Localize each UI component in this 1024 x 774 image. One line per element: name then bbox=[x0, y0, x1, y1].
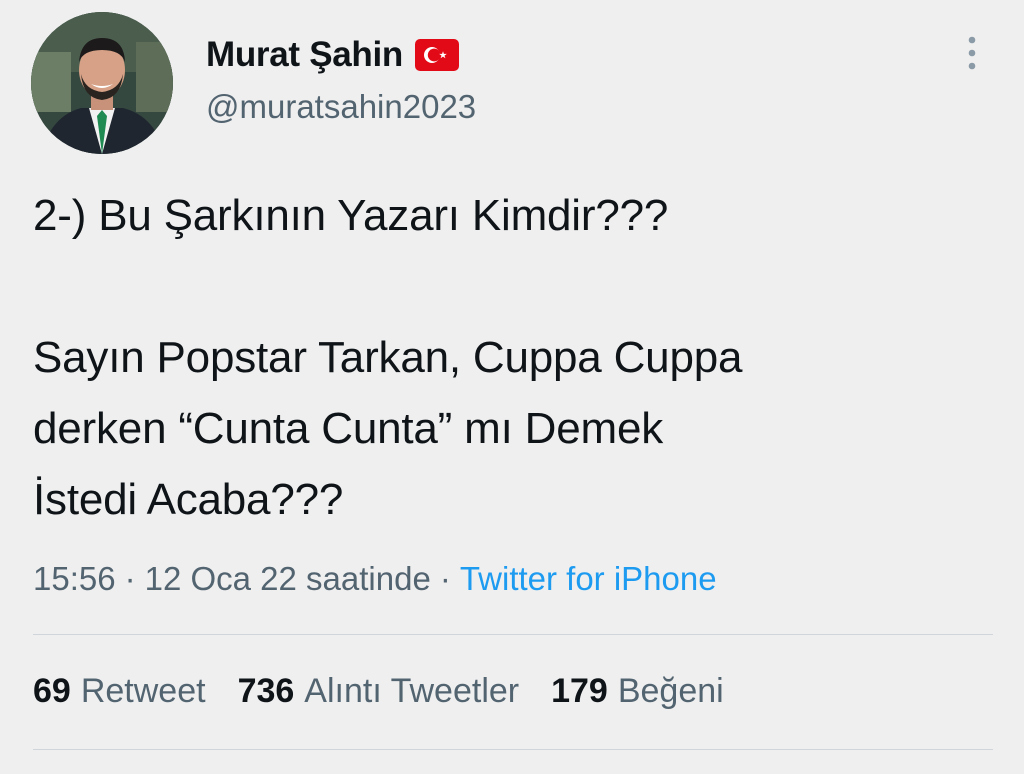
tweet-time[interactable]: 15:56 bbox=[33, 560, 116, 598]
tweet-date[interactable]: 12 Oca 22 saatinde bbox=[145, 560, 431, 598]
author-name-row[interactable]: Murat Şahin bbox=[206, 33, 459, 77]
likes-label: Beğeni bbox=[617, 672, 724, 710]
quote-tweets-label: Alıntı Tweetler bbox=[304, 672, 520, 710]
tweet-meta: 15:56 · 12 Oca 22 saatinde · Twitter for… bbox=[33, 560, 717, 598]
tweet-text: 2-) Bu Şarkının Yazarı Kimdir??? Sayın P… bbox=[33, 191, 743, 524]
divider bbox=[33, 634, 993, 635]
tweet-detail: Murat Şahin @muratsahin2023 2-) Bu Şarkı… bbox=[0, 0, 1024, 774]
retweets-label: Retweet bbox=[80, 672, 206, 710]
meta-separator: · bbox=[124, 560, 136, 597]
quote-tweets-stat[interactable]: 736 Alıntı Tweetler bbox=[238, 672, 520, 711]
more-button[interactable] bbox=[956, 34, 988, 74]
more-vertical-icon bbox=[968, 36, 976, 70]
meta-separator: · bbox=[439, 560, 451, 597]
display-name[interactable]: Murat Şahin bbox=[206, 35, 403, 75]
retweets-stat[interactable]: 69 Retweet bbox=[33, 672, 206, 711]
avatar[interactable] bbox=[31, 12, 173, 154]
likes-count: 179 bbox=[551, 672, 608, 710]
tweet-source-link[interactable]: Twitter for iPhone bbox=[460, 560, 717, 598]
likes-stat[interactable]: 179 Beğeni bbox=[551, 672, 724, 711]
avatar-photo bbox=[31, 12, 173, 154]
divider bbox=[33, 749, 993, 750]
engagement-stats: 69 Retweet 736 Alıntı Tweetler 179 Beğeni bbox=[33, 672, 756, 711]
quote-tweets-count: 736 bbox=[237, 672, 295, 710]
turkey-flag-icon bbox=[415, 39, 459, 71]
retweets-count: 69 bbox=[33, 672, 71, 710]
author-handle[interactable]: @muratsahin2023 bbox=[206, 88, 476, 126]
